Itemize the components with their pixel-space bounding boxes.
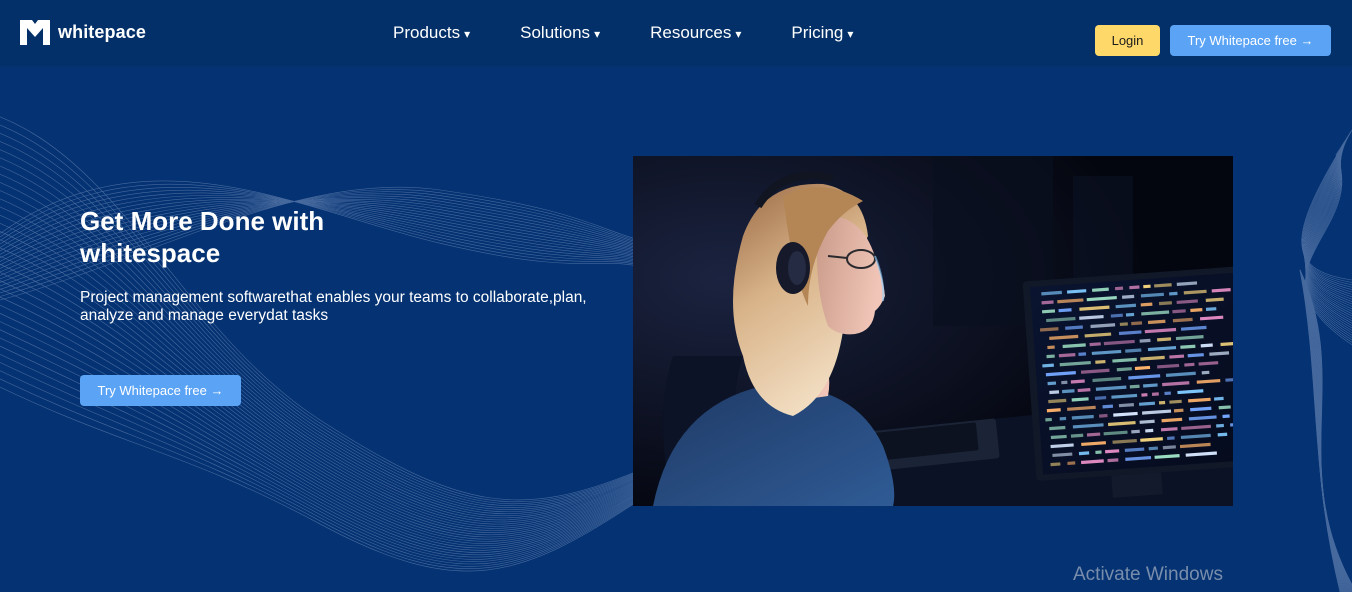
- chevron-down-icon: ▾: [464, 27, 471, 41]
- nav-item-solutions[interactable]: Solutions ▾: [520, 22, 600, 44]
- main-nav: Products ▾ Solutions ▾ Resources ▾ Prici…: [393, 22, 903, 44]
- nav-item-pricing[interactable]: Pricing ▾: [791, 22, 853, 44]
- windows-activation-watermark: Activate Windows: [1073, 564, 1223, 585]
- hero-subtitle: Project management softwarethat enables …: [80, 289, 587, 324]
- try-free-button-hero[interactable]: Try Whitepace free →: [80, 375, 241, 406]
- chevron-down-icon: ▾: [735, 27, 742, 41]
- brand-name: whitepace: [58, 22, 146, 42]
- nav-item-label: Pricing: [791, 23, 844, 42]
- brand-logo[interactable]: whitepace: [20, 20, 146, 45]
- hero-image: [633, 156, 1233, 506]
- chevron-down-icon: ▾: [847, 27, 854, 41]
- nav-item-resources[interactable]: Resources ▾: [650, 22, 741, 44]
- navbar: whitepace Products ▾ Solutions ▾ Resourc…: [0, 0, 1352, 66]
- hero-title: Get More Done with whitespace: [80, 206, 325, 268]
- login-button[interactable]: Login: [1095, 25, 1160, 56]
- chevron-down-icon: ▾: [594, 27, 601, 41]
- woman-coding-illustration: [633, 156, 1233, 506]
- try-free-button-header[interactable]: Try Whitepace free →: [1170, 25, 1331, 56]
- whitepace-logo-icon: [20, 20, 50, 45]
- nav-item-label: Solutions: [520, 23, 591, 42]
- nav-item-label: Resources: [650, 23, 732, 42]
- nav-item-products[interactable]: Products ▾: [393, 22, 470, 44]
- nav-item-label: Products: [393, 23, 461, 42]
- landing-page: whitepace Products ▾ Solutions ▾ Resourc…: [0, 0, 1352, 592]
